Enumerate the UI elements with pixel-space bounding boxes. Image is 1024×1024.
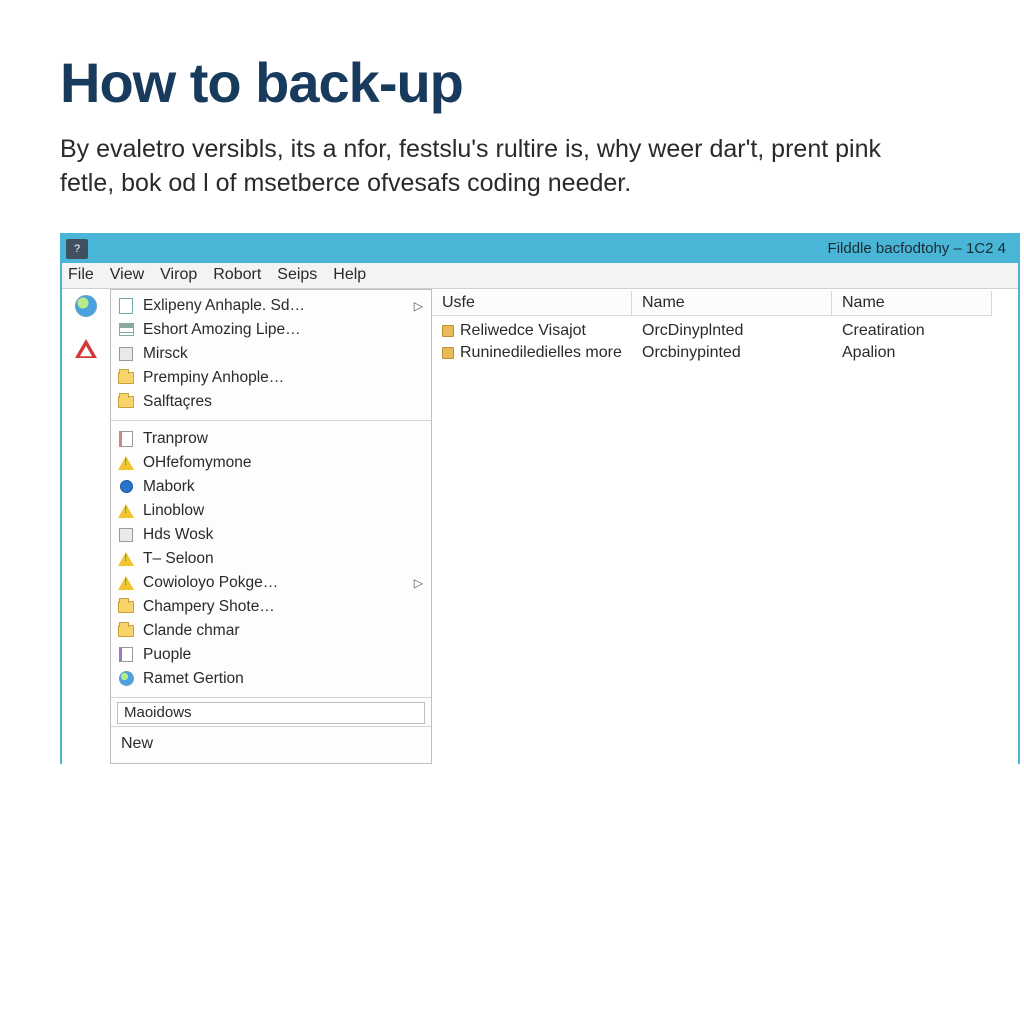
cell: OrcDinyplnted — [632, 322, 832, 340]
menu-item-label: Salftaçres — [143, 393, 212, 411]
col-header-2[interactable]: Name — [832, 291, 992, 316]
globe-icon[interactable] — [75, 295, 97, 317]
article-paragraph: By evaletro versibls, its a nfor, festsl… — [60, 133, 940, 201]
cell: Orcbinypinted — [632, 344, 832, 362]
menu-search-input[interactable]: Maoidows — [117, 702, 425, 724]
menu-item[interactable]: Champery Shote… — [111, 595, 431, 619]
tree-icon — [117, 526, 135, 544]
menu-item[interactable]: Linoblow — [111, 499, 431, 523]
tree-icon — [117, 345, 135, 363]
menu-item[interactable]: Tranprow — [111, 427, 431, 451]
col-header-1[interactable]: Name — [632, 291, 832, 316]
system-icon[interactable]: ? — [66, 239, 88, 259]
table-row[interactable]: Runinediledielles more OrcbinypintedApali… — [432, 342, 1018, 364]
menu-item-label: Tranprow — [143, 430, 208, 448]
globe-icon — [117, 670, 135, 688]
menu-item-label: Eshort Amozing Lipe… — [143, 321, 301, 339]
menu-item-label: Mabork — [143, 478, 195, 496]
menu-item-label: Cowioloyo Pokge… — [143, 574, 278, 592]
menu-separator — [111, 420, 431, 421]
client-area: Exlipeny Anhaple. Sd… ▷ Eshort Amozing Lip… — [62, 289, 1018, 764]
cell-text: Reliwedce Visajot — [460, 322, 586, 340]
menu-item-label: OHfefomymone — [143, 454, 252, 472]
warning-icon — [117, 550, 135, 568]
cell: Creatiration — [832, 322, 992, 340]
table-row[interactable]: Reliwedce Visajot OrcDinyplntedCreatirati… — [432, 320, 1018, 342]
menu-item-label: T– Seloon — [143, 550, 214, 568]
folder-icon — [117, 598, 135, 616]
menu-item[interactable]: T– Seloon — [111, 547, 431, 571]
menu-item[interactable]: OHfefomymone — [111, 451, 431, 475]
folder-icon — [117, 622, 135, 640]
menu-item[interactable]: Prempiny Anhople… — [111, 366, 431, 390]
menu-new[interactable]: New — [111, 729, 431, 763]
menu-item-label: Mirsck — [143, 345, 188, 363]
menu-item[interactable]: Clande chmar — [111, 619, 431, 643]
cell: Runinediledielles more — [432, 344, 632, 362]
article-title: How to back-up — [60, 50, 964, 115]
titlebar[interactable]: ? Filddle bacfodtohy – 1C2 4 — [62, 235, 1018, 263]
cell: Apalion — [832, 344, 992, 362]
column-headers: Usfe Name Name — [432, 291, 1018, 316]
content-pane: Usfe Name Name Reliwedce Visajot OrcDinyp… — [432, 289, 1018, 364]
menu-view[interactable]: View — [110, 266, 144, 284]
menu-help[interactable]: Help — [333, 266, 366, 284]
menu-item[interactable]: Mabork — [111, 475, 431, 499]
menu-virop[interactable]: Virop — [160, 266, 197, 284]
file-icon — [442, 347, 454, 359]
folder-icon — [117, 393, 135, 411]
warning-icon — [117, 502, 135, 520]
left-sidebar — [62, 289, 110, 358]
warning-icon — [117, 574, 135, 592]
file-icon — [442, 325, 454, 337]
menu-item[interactable]: Ramet Gertion — [111, 667, 431, 691]
menu-item-label: Ramet Gertion — [143, 670, 244, 688]
warning-icon — [117, 454, 135, 472]
menu-item[interactable]: Eshort Amozing Lipe… — [111, 318, 431, 342]
submenu-arrow-icon: ▷ — [414, 576, 423, 590]
menu-item-label: Champery Shote… — [143, 598, 275, 616]
window-title: Filddle bacfodtohy – 1C2 4 — [828, 240, 1006, 257]
menu-item-label: Puople — [143, 646, 191, 664]
col-header-0[interactable]: Usfe — [432, 291, 632, 316]
menu-robort[interactable]: Robort — [213, 266, 261, 284]
menu-item-label: Linoblow — [143, 502, 204, 520]
menu-item[interactable]: Exlipeny Anhaple. Sd… ▷ — [111, 294, 431, 318]
submenu-arrow-icon: ▷ — [414, 299, 423, 313]
doc-icon — [117, 297, 135, 315]
purple-icon — [117, 646, 135, 664]
folder-icon — [117, 369, 135, 387]
system-icon-glyph: ? — [74, 243, 80, 255]
menu-item[interactable]: Puople — [111, 643, 431, 667]
menubar: File View Virop Robort Seips Help — [62, 263, 1018, 289]
file-dropdown-menu: Exlipeny Anhaple. Sd… ▷ Eshort Amozing Lip… — [110, 289, 432, 764]
menu-item[interactable]: Hds Wosk — [111, 523, 431, 547]
alert-icon[interactable] — [75, 339, 97, 358]
menu-item-label: Prempiny Anhople… — [143, 369, 284, 387]
menu-item-label: Hds Wosk — [143, 526, 213, 544]
list-icon — [117, 321, 135, 339]
menu-file[interactable]: File — [68, 266, 94, 284]
menu-item-label: Clande chmar — [143, 622, 240, 640]
app-window: ? Filddle bacfodtohy – 1C2 4 File View V… — [60, 233, 1020, 764]
menu-item[interactable]: Salftaçres — [111, 390, 431, 414]
blue-icon — [117, 478, 135, 496]
menu-separator — [111, 697, 431, 698]
note-icon — [117, 430, 135, 448]
menu-item[interactable]: Cowioloyo Pokge… ▷ — [111, 571, 431, 595]
cell-text: Runinediledielles more — [460, 344, 622, 362]
menu-item[interactable]: Mirsck — [111, 342, 431, 366]
cell: Reliwedce Visajot — [432, 322, 632, 340]
menu-seips[interactable]: Seips — [277, 266, 317, 284]
menu-item-label: Exlipeny Anhaple. Sd… — [143, 297, 305, 315]
menu-separator — [111, 726, 431, 727]
